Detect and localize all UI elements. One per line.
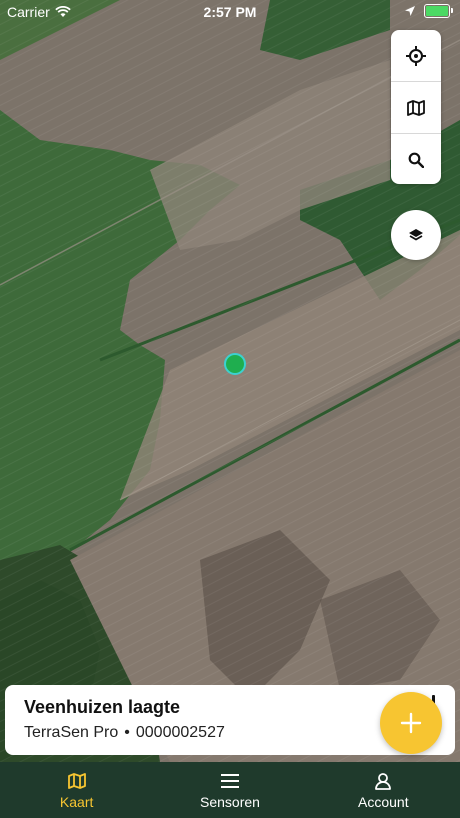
layers-button[interactable] [391, 210, 441, 260]
sensor-model: TerraSen Pro [24, 724, 119, 741]
search-icon [408, 152, 424, 168]
status-bar: Carrier 2:57 PM [0, 0, 460, 24]
tab-sensoren[interactable]: Sensoren [153, 762, 306, 818]
map-type-button[interactable] [391, 81, 441, 133]
clock: 2:57 PM [203, 4, 257, 20]
separator-dot: • [124, 724, 130, 741]
map-icon [67, 771, 86, 791]
menu-icon [220, 771, 240, 791]
tab-label: Sensoren [200, 793, 260, 810]
sensor-serial: 0000002527 [135, 724, 225, 741]
locate-button[interactable] [391, 30, 441, 81]
sensor-details: TerraSen Pro • 0000002527 [24, 724, 225, 742]
map-controls [391, 30, 441, 184]
map-icon [407, 99, 425, 116]
battery-icon [424, 4, 453, 18]
user-icon [374, 771, 392, 791]
sensor-marker[interactable] [224, 353, 246, 375]
search-button[interactable] [391, 133, 441, 185]
crosshair-icon [406, 45, 426, 66]
tab-account[interactable]: Account [307, 762, 460, 818]
tab-bar: Kaart Sensoren Account [0, 762, 460, 818]
tab-label: Kaart [59, 793, 94, 810]
battery-fill [426, 6, 448, 16]
tab-kaart[interactable]: Kaart [0, 762, 153, 818]
layers-icon [409, 229, 423, 241]
sensor-name: Veenhuizen laagte [24, 697, 181, 717]
tab-label: Account [358, 793, 409, 810]
plus-icon [400, 712, 422, 734]
location-arrow-icon [405, 6, 415, 16]
add-button[interactable] [380, 692, 442, 754]
